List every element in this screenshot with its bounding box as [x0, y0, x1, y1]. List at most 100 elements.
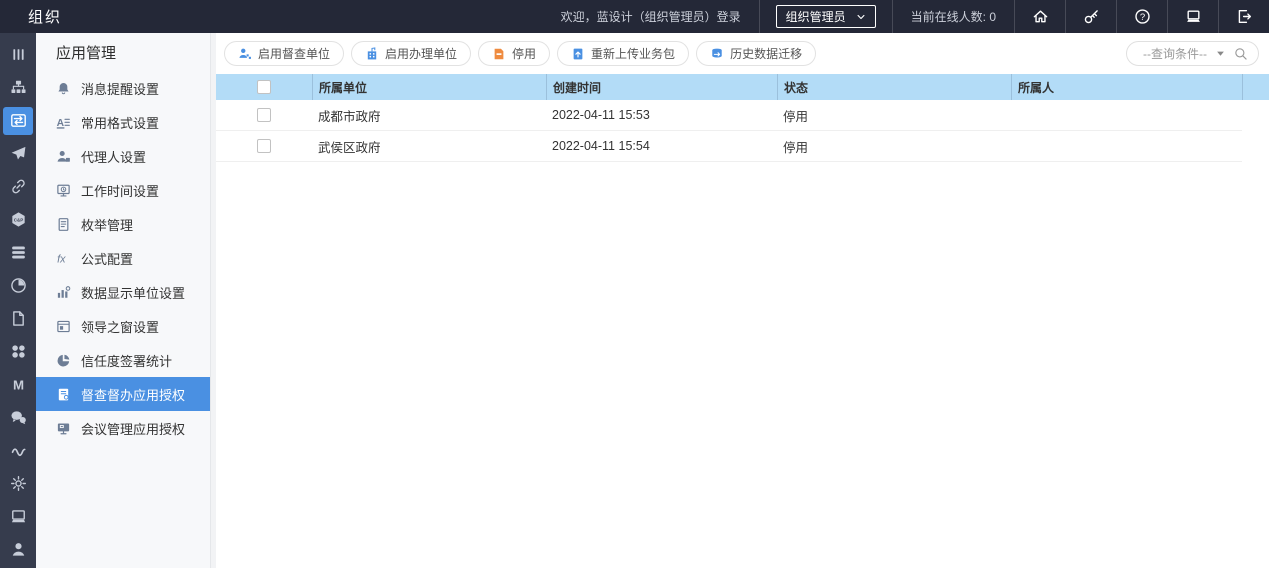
caret-down-icon: [1216, 49, 1225, 58]
cell-created: 2022-04-11 15:54: [546, 131, 777, 162]
rail-item[interactable]: [0, 434, 36, 467]
formula-icon: fx: [56, 251, 71, 266]
key-icon[interactable]: [1065, 0, 1116, 33]
svg-text:M: M: [12, 377, 23, 392]
reupload-icon: [571, 47, 585, 61]
sidebar-item-label: 常用格式设置: [81, 113, 159, 132]
sidebar-item[interactable]: 会议管理应用授权: [36, 411, 210, 445]
data-table: 所属单位创建时间状态所属人 成都市政府2022-04-11 15:53停用武侯区…: [216, 74, 1269, 162]
enable-handling-icon: [365, 47, 379, 61]
sidebar-items: 消息提醒设置 A 常用格式设置代理人设置工作时间设置枚举管理 fx公式配置数据显示单位…: [36, 71, 210, 445]
hexagon-badge-icon: C&P: [10, 211, 27, 228]
home-icon[interactable]: [1014, 0, 1065, 33]
send-icon: [10, 145, 27, 162]
table-row: 成都市政府2022-04-11 15:53停用: [216, 100, 1269, 131]
rail-item[interactable]: [0, 269, 36, 302]
svg-text:fx: fx: [57, 253, 66, 265]
column-header: 所属单位: [312, 74, 546, 100]
rail-item[interactable]: M: [0, 368, 36, 401]
sidebar-item[interactable]: 代理人设置: [36, 139, 210, 173]
app-title: 组织: [0, 0, 62, 33]
sidebar-item[interactable]: 工作时间设置: [36, 173, 210, 207]
app-settings-icon: [10, 112, 27, 129]
table-body: 成都市政府2022-04-11 15:53停用武侯区政府2022-04-11 1…: [216, 100, 1269, 162]
sidebar-item[interactable]: A 常用格式设置: [36, 105, 210, 139]
cell-status: 停用: [777, 100, 1011, 131]
letter-m-icon: M: [10, 376, 27, 393]
svg-text:A: A: [57, 117, 65, 128]
monitor-icon[interactable]: [1167, 0, 1218, 33]
toolbar-button-label: 重新上传业务包: [591, 45, 675, 62]
rail-item[interactable]: [0, 71, 36, 104]
logout-icon[interactable]: [1218, 0, 1269, 33]
link-icon: [10, 178, 27, 195]
sidebar-item-label: 会议管理应用授权: [81, 419, 185, 438]
history-migration-button[interactable]: 历史数据迁移: [696, 41, 816, 66]
row-checkbox-cell: [216, 100, 312, 131]
row-checkbox[interactable]: [257, 139, 271, 153]
work-time-icon: [56, 183, 71, 198]
rail-item[interactable]: [0, 236, 36, 269]
rail-item[interactable]: [0, 335, 36, 368]
sidebar-item-label: 数据显示单位设置: [81, 283, 185, 302]
leader-window-icon: [56, 319, 71, 334]
bell-icon: [56, 81, 71, 96]
svg-text:C&P: C&P: [13, 217, 22, 222]
toolbar-buttons: 启用督查单位 启用办理单位停用 重新上传业务包 历史数据迁移: [224, 41, 823, 66]
rail-item[interactable]: [0, 467, 36, 500]
menu-collapse-icon: [10, 46, 27, 63]
toolbar-button-label: 历史数据迁移: [730, 45, 802, 62]
enable-handling-unit-button[interactable]: 启用办理单位: [351, 41, 471, 66]
sidebar-item-label: 代理人设置: [81, 147, 146, 166]
sidebar-item[interactable]: 数据显示单位设置: [36, 275, 210, 309]
chevron-down-icon: [856, 12, 866, 22]
help-icon[interactable]: ?: [1116, 0, 1167, 33]
select-all-checkbox[interactable]: [257, 80, 271, 94]
column-header: 所属人: [1011, 74, 1242, 100]
row-checkbox-cell: [216, 131, 312, 162]
sidebar-item[interactable]: 领导之窗设置: [36, 309, 210, 343]
rail-item[interactable]: [0, 401, 36, 434]
sidebar-item[interactable]: fx公式配置: [36, 241, 210, 275]
cell-owner: [1011, 131, 1242, 162]
role-dropdown-value: 组织管理员: [786, 8, 846, 25]
rail-item[interactable]: [3, 107, 33, 135]
sidebar-item-label: 枚举管理: [81, 215, 133, 234]
query-filter-dropdown[interactable]: --查询条件--: [1126, 41, 1259, 66]
sidebar-item[interactable]: 信任度签署统计: [36, 343, 210, 377]
sidebar-item-label: 信任度签署统计: [81, 351, 172, 370]
rail-item[interactable]: [0, 533, 36, 566]
query-filter-label: --查询条件--: [1143, 45, 1207, 62]
top-bar-right: 欢迎，蓝设计（组织管理员）登录 组织管理员 当前在线人数: 0 ?: [543, 0, 1269, 33]
rail-item[interactable]: [0, 302, 36, 335]
search-icon[interactable]: [1234, 47, 1248, 61]
toolbar-button-label: 启用督查单位: [258, 45, 330, 62]
sidebar-item[interactable]: 枚举管理: [36, 207, 210, 241]
row-checkbox[interactable]: [257, 108, 271, 122]
wave-icon: [10, 442, 27, 459]
meeting-monitor-icon: [56, 421, 71, 436]
enable-supervise-unit-button[interactable]: 启用督查单位: [224, 41, 344, 66]
cell-unit: 成都市政府: [312, 100, 546, 131]
column-header: 状态: [777, 74, 1011, 100]
top-bar-icons: ?: [1014, 0, 1269, 33]
sidebar-item[interactable]: 消息提醒设置: [36, 71, 210, 105]
top-bar: 组织 欢迎，蓝设计（组织管理员）登录 组织管理员 当前在线人数: 0 ?: [0, 0, 1269, 33]
rail-item[interactable]: [0, 170, 36, 203]
gauge-icon: [10, 277, 27, 294]
pie-stats-icon: [56, 353, 71, 368]
rail-item[interactable]: [0, 38, 36, 71]
stack-icon: [10, 244, 27, 261]
disable-button[interactable]: 停用: [478, 41, 550, 66]
reupload-package-button[interactable]: 重新上传业务包: [557, 41, 689, 66]
rail-item[interactable]: [0, 137, 36, 170]
welcome-text: 欢迎，蓝设计（组织管理员）登录: [543, 0, 759, 33]
rail-item[interactable]: [0, 500, 36, 533]
sidebar-item-label: 消息提醒设置: [81, 79, 159, 98]
text-format-icon: A: [56, 115, 71, 130]
sidebar-item[interactable]: 督查督办应用授权: [36, 377, 210, 411]
sidebar-item-label: 领导之窗设置: [81, 317, 159, 336]
role-dropdown[interactable]: 组织管理员: [776, 5, 876, 28]
main-content: 启用督查单位启用办理单位停用重新上传业务包历史数据迁移 --查询条件-- 所属单…: [216, 33, 1269, 568]
rail-item[interactable]: C&P: [0, 203, 36, 236]
